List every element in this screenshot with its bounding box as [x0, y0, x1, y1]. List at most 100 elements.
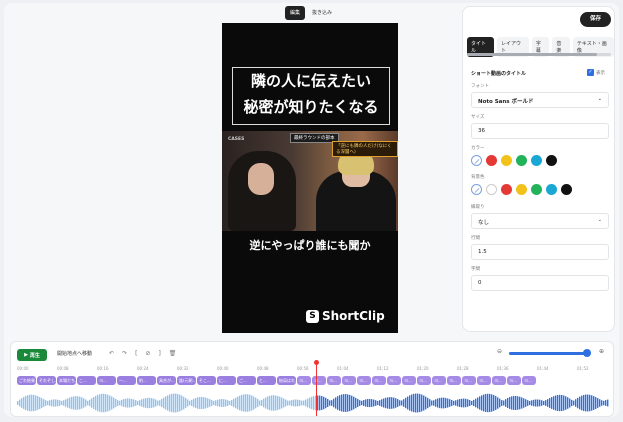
- subtitle-clip[interactable]: ヨ...: [417, 376, 431, 385]
- split-icon[interactable]: ⊘: [145, 350, 150, 357]
- color-swatch[interactable]: [546, 155, 557, 166]
- subtitle-clip[interactable]: ご...: [237, 376, 256, 385]
- subtitle-clip[interactable]: ヨ...: [462, 376, 476, 385]
- shortclip-logo: S ShortClip: [306, 309, 385, 323]
- move-to-start-button[interactable]: 開始地点へ移動: [57, 350, 92, 357]
- color-swatch[interactable]: [501, 155, 512, 166]
- scene-tag-b: 「逆にも隣の人だけ(なにくる深層へ): [332, 141, 398, 157]
- time-ruler: 00:00 00:08 00:16 00:24 00:32 00:40 00:48 00:56…: [17, 366, 609, 374]
- subtitle-clip[interactable]: ヨ...: [507, 376, 521, 385]
- color-none-swatch[interactable]: [471, 155, 482, 166]
- tabs-scrollbar[interactable]: [467, 53, 611, 56]
- bg-swatch[interactable]: [561, 184, 572, 195]
- delete-icon[interactable]: 🗑: [169, 350, 177, 357]
- waveform-bar: [501, 400, 503, 406]
- subtitle-clip[interactable]: に...: [217, 376, 236, 385]
- bracket-right-icon[interactable]: ]: [158, 350, 160, 357]
- subtitle-clip[interactable]: それぞし...: [37, 376, 56, 385]
- subtitle-clip[interactable]: ヨ...: [387, 376, 401, 385]
- checkbox-checked-icon[interactable]: ✓: [587, 69, 594, 76]
- save-button[interactable]: 保存: [580, 12, 611, 27]
- size-input[interactable]: 36: [471, 123, 609, 139]
- chevron-down-icon: ⌄: [597, 96, 602, 102]
- subtitle-clip[interactable]: こ...: [77, 376, 96, 385]
- subtitle-clip[interactable]: 誰(元朝...: [177, 376, 196, 385]
- color-swatch[interactable]: [486, 155, 497, 166]
- line-height-input[interactable]: 1.5: [471, 244, 609, 260]
- subtitle-clip[interactable]: 一...: [117, 376, 136, 385]
- waveform-bar: [513, 396, 515, 410]
- redo-icon[interactable]: ↷: [122, 350, 127, 357]
- subtitle-clip[interactable]: ヨ...: [327, 376, 341, 385]
- waveform-bar: [551, 397, 553, 409]
- outline-select[interactable]: なし ⌄: [471, 213, 609, 229]
- waveform-bar: [137, 400, 139, 406]
- waveform-bar: [383, 398, 385, 408]
- waveform-bar: [223, 399, 225, 407]
- properties-panel: 保存 タイトル レイアウト 字幕 音楽 テキスト・画像 ショート動画のタイトル …: [462, 6, 615, 332]
- subtitle-clip[interactable]: ヨ...: [297, 376, 311, 385]
- subtitle-clip[interactable]: ごれ結果...: [17, 376, 36, 385]
- subtitle-clip[interactable]: ヨ...: [357, 376, 371, 385]
- waveform-bar: [273, 395, 275, 411]
- waveform-bar: [115, 398, 117, 408]
- waveform-bar: [369, 398, 371, 408]
- letter-spacing-input[interactable]: 0: [471, 275, 609, 291]
- zoom-out-icon[interactable]: ⊖: [497, 348, 502, 355]
- subtitle-clip[interactable]: ヨ...: [312, 376, 326, 385]
- subtitle-clip[interactable]: ヨ...: [432, 376, 446, 385]
- play-button[interactable]: ▶ 再生: [17, 349, 47, 361]
- show-toggle[interactable]: ✓ 表示: [587, 69, 605, 76]
- subtitle-clip[interactable]: 結局はれ...: [277, 376, 296, 385]
- bg-none-swatch[interactable]: [471, 184, 482, 195]
- zoom-in-icon[interactable]: ⊕: [599, 348, 604, 355]
- subtitle-clip[interactable]: 約...: [137, 376, 156, 385]
- subtitle-clip[interactable]: ヨ...: [402, 376, 416, 385]
- bg-swatch[interactable]: [531, 184, 542, 195]
- waveform-bar: [499, 398, 501, 408]
- subtitle-clip[interactable]: 本場だち...: [57, 376, 76, 385]
- color-swatch[interactable]: [531, 155, 542, 166]
- ruler-tick-label: 00:24: [137, 366, 149, 371]
- subtitle-clip[interactable]: ヨ...: [372, 376, 386, 385]
- subtitle-clip[interactable]: ヨ...: [522, 376, 536, 385]
- title-overlay[interactable]: 隣の人に伝えたい 秘密が知りたくなる: [232, 67, 390, 125]
- waveform-bar: [61, 400, 63, 406]
- waveform-bar: [417, 393, 419, 413]
- subtitle-text[interactable]: 逆にやっぱり誰にも聞か: [222, 237, 398, 253]
- tab-edit[interactable]: 編集: [285, 6, 306, 20]
- playhead[interactable]: [314, 360, 319, 416]
- zoom-slider[interactable]: [509, 349, 591, 357]
- subtitle-clip[interactable]: ヨ...: [477, 376, 491, 385]
- waveform-bar: [255, 397, 257, 409]
- tab-extract[interactable]: 抜き込み: [307, 6, 337, 20]
- undo-icon[interactable]: ↶: [109, 350, 114, 357]
- font-select[interactable]: Noto Sans ボールド ⌄: [471, 92, 609, 108]
- subtitle-clip[interactable]: ヨ...: [97, 376, 116, 385]
- waveform-bar: [161, 398, 163, 408]
- subtitle-clip[interactable]: と...: [257, 376, 276, 385]
- zoom-slider-knob[interactable]: [582, 349, 591, 357]
- color-swatch[interactable]: [516, 155, 527, 166]
- audio-waveform[interactable]: [17, 392, 609, 414]
- bg-swatch[interactable]: [501, 184, 512, 195]
- subtitle-clip[interactable]: 具合が...: [157, 376, 176, 385]
- waveform-bar: [49, 400, 51, 406]
- bg-swatch[interactable]: [546, 184, 557, 195]
- waveform-bar: [413, 393, 415, 413]
- waveform-bar: [211, 400, 213, 406]
- waveform-bar: [249, 394, 251, 412]
- waveform-bar: [321, 396, 323, 410]
- waveform-bar: [185, 398, 187, 408]
- video-preview[interactable]: 隣の人に伝えたい 秘密が知りたくなる CASES 最終ラウンドの部本 「逆にも隣…: [222, 23, 398, 333]
- waveform-bar: [55, 399, 57, 407]
- subtitle-clip[interactable]: ヨ...: [447, 376, 461, 385]
- subtitle-clip[interactable]: ヨ...: [492, 376, 506, 385]
- bracket-left-icon[interactable]: [: [135, 350, 137, 357]
- bg-swatch[interactable]: [486, 184, 497, 195]
- bg-swatch[interactable]: [516, 184, 527, 195]
- subtitle-clip[interactable]: ヨ...: [342, 376, 356, 385]
- waveform-bar: [59, 400, 61, 406]
- waveform-bar: [485, 394, 487, 412]
- subtitle-clip[interactable]: そこ...: [197, 376, 216, 385]
